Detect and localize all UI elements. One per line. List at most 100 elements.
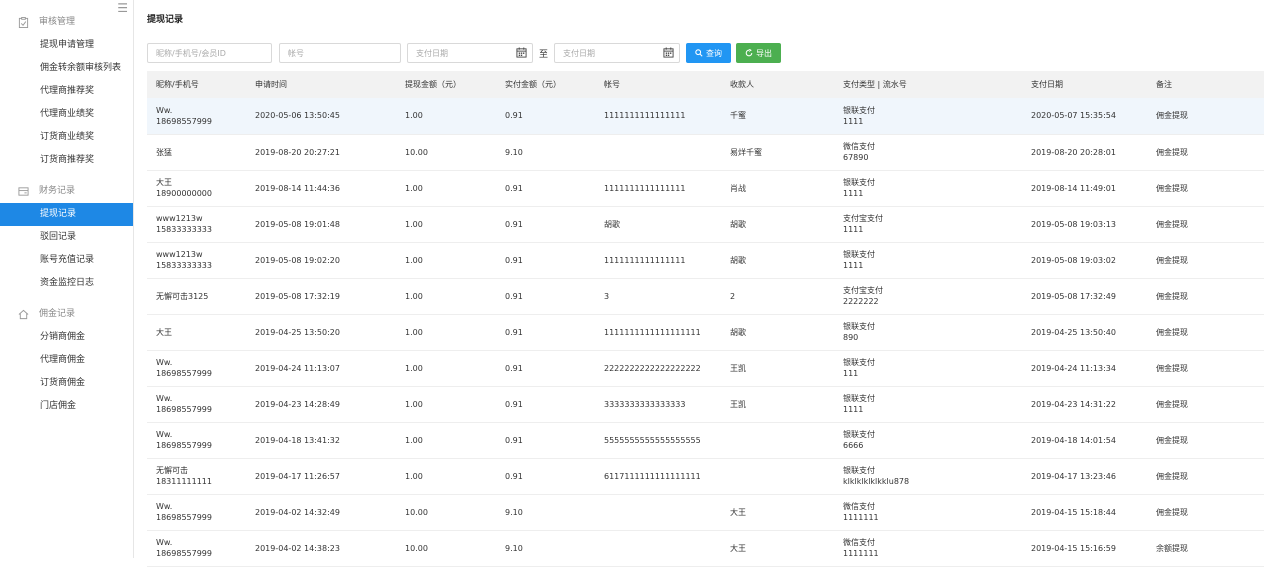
- table-cell: 2019-05-08 19:03:13: [1022, 206, 1147, 242]
- sidebar-item-agent-referral-bonus[interactable]: 代理商推荐奖: [0, 80, 133, 103]
- table-row[interactable]: Ww. 18698557999 2019-04-02 14:38:23 10.00 9.…: [147, 530, 1264, 566]
- sidebar-item-agent-performance-bonus[interactable]: 代理商业绩奖: [0, 103, 133, 126]
- table-row[interactable]: Ww. 18698557999 2019-04-24 11:13:07 1.00 0.9…: [147, 350, 1264, 386]
- table-cell: 易烊千蜜: [721, 134, 834, 170]
- sidebar-item-withdraw-apply[interactable]: 提现申请管理: [0, 34, 133, 57]
- serial-number: 2222222: [843, 297, 879, 306]
- table-cell: 1111111111111111: [595, 98, 721, 134]
- sidebar-item-withdraw-records[interactable]: 提现记录: [0, 203, 133, 226]
- payee-name: 王凯: [730, 363, 746, 373]
- sidebar-item-commission-to-balance[interactable]: 佣金转余额审核列表: [0, 57, 133, 80]
- table-cell: 张猛: [147, 134, 246, 170]
- table-row[interactable]: Ww. 18698557999 2019-04-02 14:32:49 10.00 9.…: [147, 494, 1264, 530]
- table-cell: 2019-08-14 11:44:36: [246, 170, 396, 206]
- member-nick: www1213w: [156, 250, 203, 259]
- sidebar-item-distributor-commission[interactable]: 分销商佣金: [0, 326, 133, 349]
- serial-number: 1111: [843, 261, 864, 270]
- page-title: 提现记录: [147, 15, 184, 25]
- table-row[interactable]: 大王 18900000000 2019-08-14 11:44:36 1.00 0.91…: [147, 170, 1264, 206]
- sidebar-item-store-commission[interactable]: 门店佣金: [0, 395, 133, 418]
- sidebar-item-rejected-records[interactable]: 驳回记录: [0, 226, 133, 249]
- table-row[interactable]: 张猛 2019-08-20 20:27:21 10.00 9.10 易烊千蜜 微信支付 67…: [147, 134, 1264, 170]
- table-cell: 佣金提现: [1147, 98, 1264, 134]
- serial-number: 1111111: [843, 549, 879, 558]
- withdraw-amount: 1.00: [405, 291, 423, 301]
- apply-time: 2019-05-08 19:01:48: [255, 219, 340, 229]
- payee-name: 肖战: [730, 183, 746, 193]
- member-search-input[interactable]: [147, 43, 272, 63]
- account-input[interactable]: [279, 43, 401, 63]
- table-row[interactable]: Ww. 18698557999 2020-05-06 13:50:45 1.00 0.9…: [147, 98, 1264, 134]
- table-row[interactable]: 大王 2019-04-25 13:50:20 1.00 0.91 11111111111…: [147, 314, 1264, 350]
- table-cell: 0.91: [496, 350, 595, 386]
- table-cell: 2019-04-25 13:50:40: [1022, 314, 1147, 350]
- table-row[interactable]: Ww. 18698557999 2019-04-23 14:28:49 1.00 0.9…: [147, 386, 1264, 422]
- member-nick: 无懈可击3125: [156, 291, 209, 301]
- table-row[interactable]: www1213w 15833333333 2019-05-08 19:02:20 1.…: [147, 242, 1264, 278]
- serial-number: 890: [843, 333, 859, 342]
- table-cell: 佣金提现: [1147, 458, 1264, 494]
- withdraw-amount: 10.00: [405, 543, 428, 553]
- member-nick: Ww.: [156, 430, 173, 439]
- calendar-icon[interactable]: [663, 47, 674, 58]
- calendar-icon[interactable]: [516, 47, 527, 58]
- paid-amount: 0.91: [505, 471, 523, 481]
- sidebar-item-orderer-commission[interactable]: 订货商佣金: [0, 372, 133, 395]
- date-from-input[interactable]: [407, 43, 533, 63]
- sidebar-group-audit[interactable]: 审核管理: [0, 11, 133, 34]
- sidebar-item-fund-monitor-log[interactable]: 资金监控日志: [0, 272, 133, 295]
- sidebar-item-orderer-referral-bonus[interactable]: 订货商推荐奖: [0, 149, 133, 172]
- table-cell: 1.00: [396, 170, 496, 206]
- table-cell: 0.91: [496, 278, 595, 314]
- serial-number: 6666: [843, 441, 864, 450]
- hamburger-icon[interactable]: ☰: [117, 2, 128, 14]
- table-cell: 微信支付 1111111: [834, 530, 1022, 566]
- table-cell: 微信支付 67890: [834, 134, 1022, 170]
- table-row[interactable]: 无懈可击3125 2019-05-08 17:32:19 1.00 0.91 3 2 支付宝…: [147, 278, 1264, 314]
- table-cell: 2019-04-24 11:13:07: [246, 350, 396, 386]
- date-from-picker[interactable]: [407, 43, 533, 63]
- table-row[interactable]: 无懈可击 18311111111 2019-04-17 11:26:57 1.00 0.…: [147, 458, 1264, 494]
- ledger-icon: [18, 186, 29, 197]
- member-nick: 无懈可击: [156, 466, 188, 475]
- payment-date: 2019-04-23 14:31:22: [1031, 399, 1116, 409]
- sidebar-item-account-recharge[interactable]: 账号充值记录: [0, 249, 133, 272]
- table-cell: 佣金提现: [1147, 386, 1264, 422]
- table-cell: 大王: [147, 314, 246, 350]
- column-header: 申请时间: [255, 80, 287, 89]
- table-row[interactable]: www1213w 15833333333 2019-05-08 19:01:48 1.…: [147, 206, 1264, 242]
- table-cell: 1.00: [396, 314, 496, 350]
- paid-amount: 0.91: [505, 363, 523, 373]
- withdraw-amount: 1.00: [405, 183, 423, 193]
- table-cell: 银联支付 890: [834, 314, 1022, 350]
- query-button[interactable]: 查询: [686, 43, 732, 63]
- table-cell: 5555555555555555555: [595, 422, 721, 458]
- sidebar-item-orderer-performance-bonus[interactable]: 订货商业绩奖: [0, 126, 133, 149]
- table-cell: 2019-04-24 11:13:34: [1022, 350, 1147, 386]
- withdraw-records-table: 昵称/手机号 申请时间 提现金额（元） 实付金额（元） 帐号 收款人 支付类型 …: [147, 71, 1264, 567]
- sidebar-item-agent-commission[interactable]: 代理商佣金: [0, 349, 133, 372]
- table-cell: 0.91: [496, 170, 595, 206]
- date-to-picker[interactable]: [554, 43, 681, 63]
- account-number: 3: [604, 291, 610, 301]
- table-cell: 王凯: [721, 350, 834, 386]
- serial-number: 1111: [843, 116, 864, 126]
- member-nick: 大王: [156, 327, 172, 337]
- main-content: 提现记录 至 查询 导出: [147, 0, 1268, 566]
- table-cell: 大王 18900000000: [147, 170, 246, 206]
- export-button[interactable]: 导出: [736, 43, 782, 63]
- remark: 佣金提现: [1156, 399, 1188, 409]
- table-row[interactable]: Ww. 18698557999 2019-04-18 13:41:32 1.00 0.9…: [147, 422, 1264, 458]
- remark: 佣金提现: [1156, 111, 1188, 121]
- withdraw-amount: 1.00: [405, 255, 423, 265]
- withdraw-amount: 10.00: [405, 507, 428, 517]
- member-phone: 15833333333: [156, 261, 212, 270]
- payee-name: 大王: [730, 543, 746, 553]
- payment-type: 微信支付: [843, 538, 875, 547]
- sidebar-group-finance[interactable]: 财务记录: [0, 180, 133, 203]
- apply-time: 2019-04-24 11:13:07: [255, 363, 340, 373]
- paid-amount: 0.91: [505, 327, 523, 337]
- sidebar-group-commission[interactable]: 佣金记录: [0, 303, 133, 326]
- date-to-input[interactable]: [554, 43, 681, 63]
